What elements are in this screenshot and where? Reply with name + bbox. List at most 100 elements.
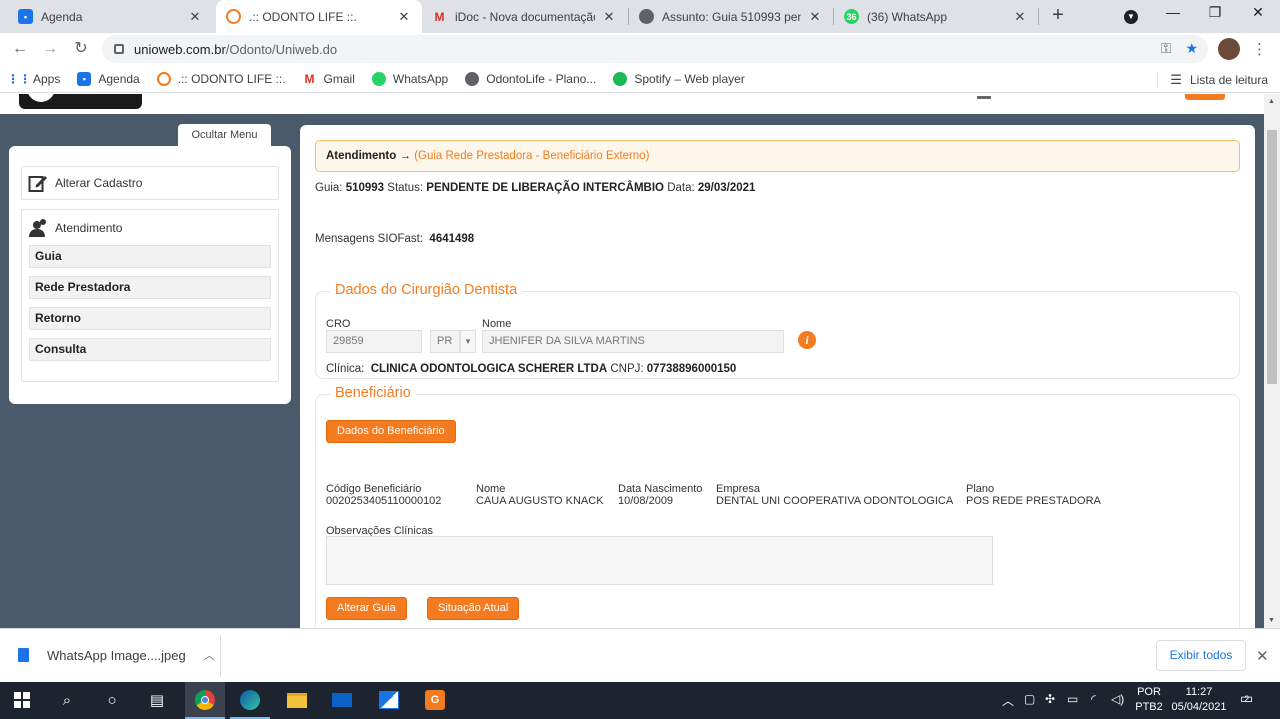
guia-status-line: Guia: 510993 Status: PENDENTE DE LIBERAÇ… [315,182,755,194]
close-icon[interactable]: ✕ [601,9,617,25]
beneficiary-legend: Beneficiário [330,385,416,401]
uf-select[interactable]: PR [430,330,460,353]
bookmark-gmail[interactable]: M Gmail [303,72,355,86]
wifi-icon[interactable]: ◜ [1091,692,1096,706]
menu-toggle-icon[interactable] [977,96,991,99]
window-close-button[interactable]: ✕ [1243,4,1273,21]
chevron-up-icon[interactable]: ︿ [204,647,215,663]
close-icon[interactable]: ✕ [396,9,412,25]
windows-start-icon[interactable] [10,688,34,712]
tab-search-button[interactable]: ▼ [1116,6,1146,24]
header-action-button[interactable] [1185,94,1225,100]
situacao-atual-button[interactable]: Situação Atual [427,597,520,620]
reading-list-icon: ☰ [1170,72,1182,87]
tab-idoc[interactable]: M iDoc - Nova documentação (A ✕ [422,0,627,33]
bookmark-whatsapp[interactable]: WhatsApp [371,71,449,86]
meet-now-icon[interactable]: ▢ [1024,692,1035,706]
tab-title: (36) WhatsApp [867,9,948,24]
show-all-button[interactable]: Exibir todos [1156,640,1246,671]
whatsapp-icon [371,71,386,86]
volume-icon[interactable]: ◁) [1111,692,1124,706]
star-icon[interactable]: ★ [1185,40,1198,57]
key-icon[interactable]: ⚿ [1161,40,1172,57]
close-icon[interactable]: ✕ [187,9,203,25]
restore-button[interactable]: ❐ [1200,4,1230,21]
reading-list[interactable]: ☰ Lista de leitura [1157,72,1268,88]
breadcrumb-current: (Guia Rede Prestadora - Beneficiário Ext… [414,150,650,162]
antivirus-icon[interactable]: ✣ [1045,692,1055,706]
tab-title: .:: ODONTO LIFE ::. [249,9,357,24]
clinica-label: Clínica: [326,363,365,375]
search-icon[interactable]: ⌕ [55,688,79,712]
photos-icon[interactable] [377,688,401,712]
sidebar-item-rede-prestadora[interactable]: Rede Prestadora [29,276,271,299]
bookmark-odontolife-plano[interactable]: OdontoLife - Plano... [465,71,596,86]
reading-list-label: Lista de leitura [1189,73,1268,87]
scroll-up-icon[interactable]: ▲ [1268,98,1275,105]
codigo-label: Código Beneficiário [326,483,422,495]
tab-assunto[interactable]: Assunto: Guia 510993 pender ✕ [629,0,833,33]
close-icon[interactable]: ✕ [1012,9,1028,25]
dentist-legend: Dados do Cirurgião Dentista [330,282,523,298]
atendimento-header[interactable]: Atendimento [22,210,278,245]
system-clock[interactable]: 11:27 05/04/2021 [1170,685,1228,715]
side-menu: Alterar Cadastro Atendimento Guia Rede P… [9,146,291,404]
sidebar-item-retorno[interactable]: Retorno [29,307,271,330]
alter-guia-button[interactable]: Alterar Guia [326,597,407,620]
tab-odonto-life[interactable]: .:: ODONTO LIFE ::. ✕ [216,0,422,33]
windows-taskbar: ⌕ ○ ▤ G ︿ ▢ ✣ ▭ ◜ ◁) POR PTB2 11:27 05/0… [0,682,1280,719]
reload-button[interactable]: ↻ [70,38,92,60]
profile-avatar[interactable] [1218,38,1240,60]
edit-icon [28,176,47,192]
guia-label: Guia: [315,182,343,194]
info-icon[interactable]: i [798,331,816,349]
scroll-down-icon[interactable]: ▼ [1268,617,1275,624]
new-tab-button[interactable]: + [1046,5,1070,27]
notifications-icon[interactable]: ▭2 [1240,690,1258,707]
siofast-line: Mensagens SIOFast: 4641498 [315,233,474,245]
bookmark-agenda[interactable]: ▪ Agenda [77,71,140,86]
sidebar-item-consulta[interactable]: Consulta [29,338,271,361]
menu-kebab-icon[interactable]: ⋮ [1252,40,1267,58]
minimize-button[interactable]: — [1158,4,1188,20]
site-header [0,94,1264,114]
scroll-thumb[interactable] [1267,130,1277,384]
cortana-icon[interactable]: ○ [100,688,124,712]
page-scrollbar[interactable]: ▲ ▼ [1264,94,1280,628]
clinica-value: CLINICA ODONTOLOGICA SCHERER LTDA [370,363,608,375]
tab-agenda[interactable]: ▪ Agenda ✕ [8,0,213,33]
site-logo[interactable] [19,94,142,109]
alter-cadastro-box[interactable]: Alterar Cadastro [21,166,279,200]
bookmark-odonto-life[interactable]: .:: ODONTO LIFE ::. [156,71,286,86]
cro-input[interactable]: 29859 [326,330,422,353]
bookmark-apps[interactable]: ⋮⋮ Apps [7,72,60,86]
globe-icon [465,71,480,86]
bookmark-spotify[interactable]: Spotify – Web player [613,71,745,86]
alter-cadastro-item[interactable]: Alterar Cadastro [22,167,278,199]
file-explorer-icon[interactable] [285,688,309,712]
hide-menu-button[interactable]: Ocultar Menu [178,124,271,148]
odontolife-app-icon[interactable]: G [423,688,447,712]
back-button[interactable]: ← [9,38,31,60]
beneficiary-data-button[interactable]: Dados do Beneficiário [326,420,456,443]
obs-textarea[interactable] [326,536,993,585]
chevron-up-icon[interactable]: ︿ [1002,692,1014,709]
close-icon[interactable]: ✕ [807,9,823,25]
task-view-icon[interactable]: ▤ [145,688,169,712]
dentist-name-input[interactable]: JHENIFER DA SILVA MARTINS [482,330,784,353]
chevron-down-icon[interactable]: ▼ [460,330,476,353]
forward-button[interactable]: → [39,38,61,60]
download-item[interactable]: WhatsApp Image....jpeg ︿ [18,647,215,663]
close-icon[interactable]: ✕ [1256,647,1269,665]
bookmark-label: WhatsApp [392,71,449,86]
language-indicator[interactable]: POR PTB2 [1134,685,1164,715]
edge-icon[interactable] [238,688,262,712]
lang-bottom: PTB2 [1135,701,1163,713]
battery-icon[interactable]: ▭ [1067,692,1078,706]
chrome-icon[interactable] [193,688,217,712]
tab-whatsapp[interactable]: 36 (36) WhatsApp ✕ [834,0,1038,33]
sidebar-item-guia[interactable]: Guia [29,245,271,268]
mail-icon[interactable] [330,688,354,712]
status-value: PENDENTE DE LIBERAÇÃO INTERCÂMBIO [426,182,664,194]
address-bar[interactable]: unioweb.com.br/Odonto/Uniweb.do ⚿ ★ [102,35,1208,63]
